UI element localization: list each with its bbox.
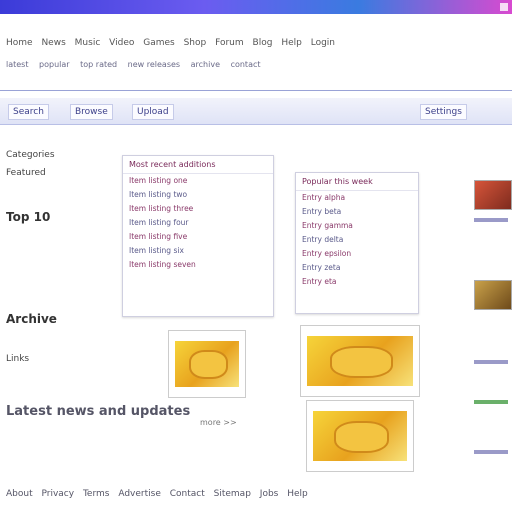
toolbar: Search Browse Upload Settings (0, 98, 512, 125)
thumbnail[interactable] (168, 330, 246, 398)
ad-line (474, 218, 508, 222)
list-item[interactable]: Item listing one (123, 174, 273, 188)
menu-item[interactable]: Forum (215, 38, 244, 48)
sidebar-item[interactable]: Categories (6, 150, 55, 160)
sidebar-heading[interactable]: Top 10 (6, 210, 50, 224)
footer-link[interactable]: Help (287, 489, 308, 499)
subnav-item[interactable]: archive (191, 60, 220, 69)
menu-item[interactable]: Video (109, 38, 134, 48)
thumbnail-image (175, 341, 239, 387)
menu-item[interactable]: Blog (253, 38, 273, 48)
ad-line (474, 450, 508, 454)
menu-item[interactable]: Home (6, 38, 33, 48)
subnav-item[interactable]: popular (39, 60, 70, 69)
list-item[interactable]: Item listing seven (123, 258, 273, 272)
subnav-item[interactable]: latest (6, 60, 29, 69)
main-menu: Home News Music Video Games Shop Forum B… (6, 38, 482, 52)
thumbnail-image (307, 336, 413, 386)
ad-line (474, 400, 508, 404)
footer-link[interactable]: Terms (83, 489, 110, 499)
footer-link[interactable]: About (6, 489, 33, 499)
thumbnail-image (313, 411, 407, 461)
sidebar-item[interactable]: Links (6, 354, 29, 364)
list-item[interactable]: Entry gamma (296, 219, 418, 233)
popular-card: Popular this week Entry alpha Entry beta… (295, 172, 419, 314)
footer-link[interactable]: Contact (170, 489, 205, 499)
list-item[interactable]: Entry epsilon (296, 247, 418, 261)
footer-link[interactable]: Privacy (41, 489, 74, 499)
search-button[interactable]: Search (8, 104, 49, 120)
card-header: Popular this week (296, 173, 418, 191)
list-item[interactable]: Entry alpha (296, 191, 418, 205)
footer-link[interactable]: Jobs (260, 489, 279, 499)
news-caption[interactable]: Latest news and updates (6, 404, 190, 419)
menu-item[interactable]: Login (311, 38, 335, 48)
footer-link[interactable]: Sitemap (214, 489, 251, 499)
ad-line (474, 360, 508, 364)
subnav-item[interactable]: new releases (128, 60, 180, 69)
thumbnail[interactable] (306, 400, 414, 472)
list-item[interactable]: Item listing six (123, 244, 273, 258)
subnav-item[interactable]: contact (231, 60, 261, 69)
upload-button[interactable]: Upload (132, 104, 174, 120)
sub-navigation: latest popular top rated new releases ar… (6, 60, 482, 74)
corner-icon (500, 3, 508, 11)
ad-image[interactable] (474, 180, 512, 210)
menu-item[interactable]: News (41, 38, 65, 48)
menu-item[interactable]: Help (281, 38, 302, 48)
card-header: Most recent additions (123, 156, 273, 174)
menu-item[interactable]: Shop (184, 38, 207, 48)
list-item[interactable]: Item listing three (123, 202, 273, 216)
recent-card: Most recent additions Item listing one I… (122, 155, 274, 317)
subnav-item[interactable]: top rated (80, 60, 117, 69)
settings-button[interactable]: Settings (420, 104, 467, 120)
list-item[interactable]: Entry zeta (296, 261, 418, 275)
footer: About Privacy Terms Advertise Contact Si… (0, 484, 512, 512)
menu-item[interactable]: Music (75, 38, 101, 48)
top-banner (0, 0, 512, 14)
list-item[interactable]: Entry delta (296, 233, 418, 247)
menu-item[interactable]: Games (143, 38, 174, 48)
ad-image[interactable] (474, 280, 512, 310)
footer-link[interactable]: Advertise (118, 489, 161, 499)
browse-button[interactable]: Browse (70, 104, 113, 120)
list-item[interactable]: Item listing two (123, 188, 273, 202)
left-sidebar: Categories Featured Top 10 Archive Links (0, 140, 110, 440)
thumbnail[interactable] (300, 325, 420, 397)
list-item[interactable]: Entry eta (296, 275, 418, 289)
more-link[interactable]: more >> (200, 418, 237, 427)
list-item[interactable]: Item listing four (123, 216, 273, 230)
sidebar-heading[interactable]: Archive (6, 312, 57, 326)
right-column (470, 160, 512, 500)
divider (0, 90, 512, 91)
sidebar-item[interactable]: Featured (6, 168, 46, 178)
list-item[interactable]: Entry beta (296, 205, 418, 219)
list-item[interactable]: Item listing five (123, 230, 273, 244)
